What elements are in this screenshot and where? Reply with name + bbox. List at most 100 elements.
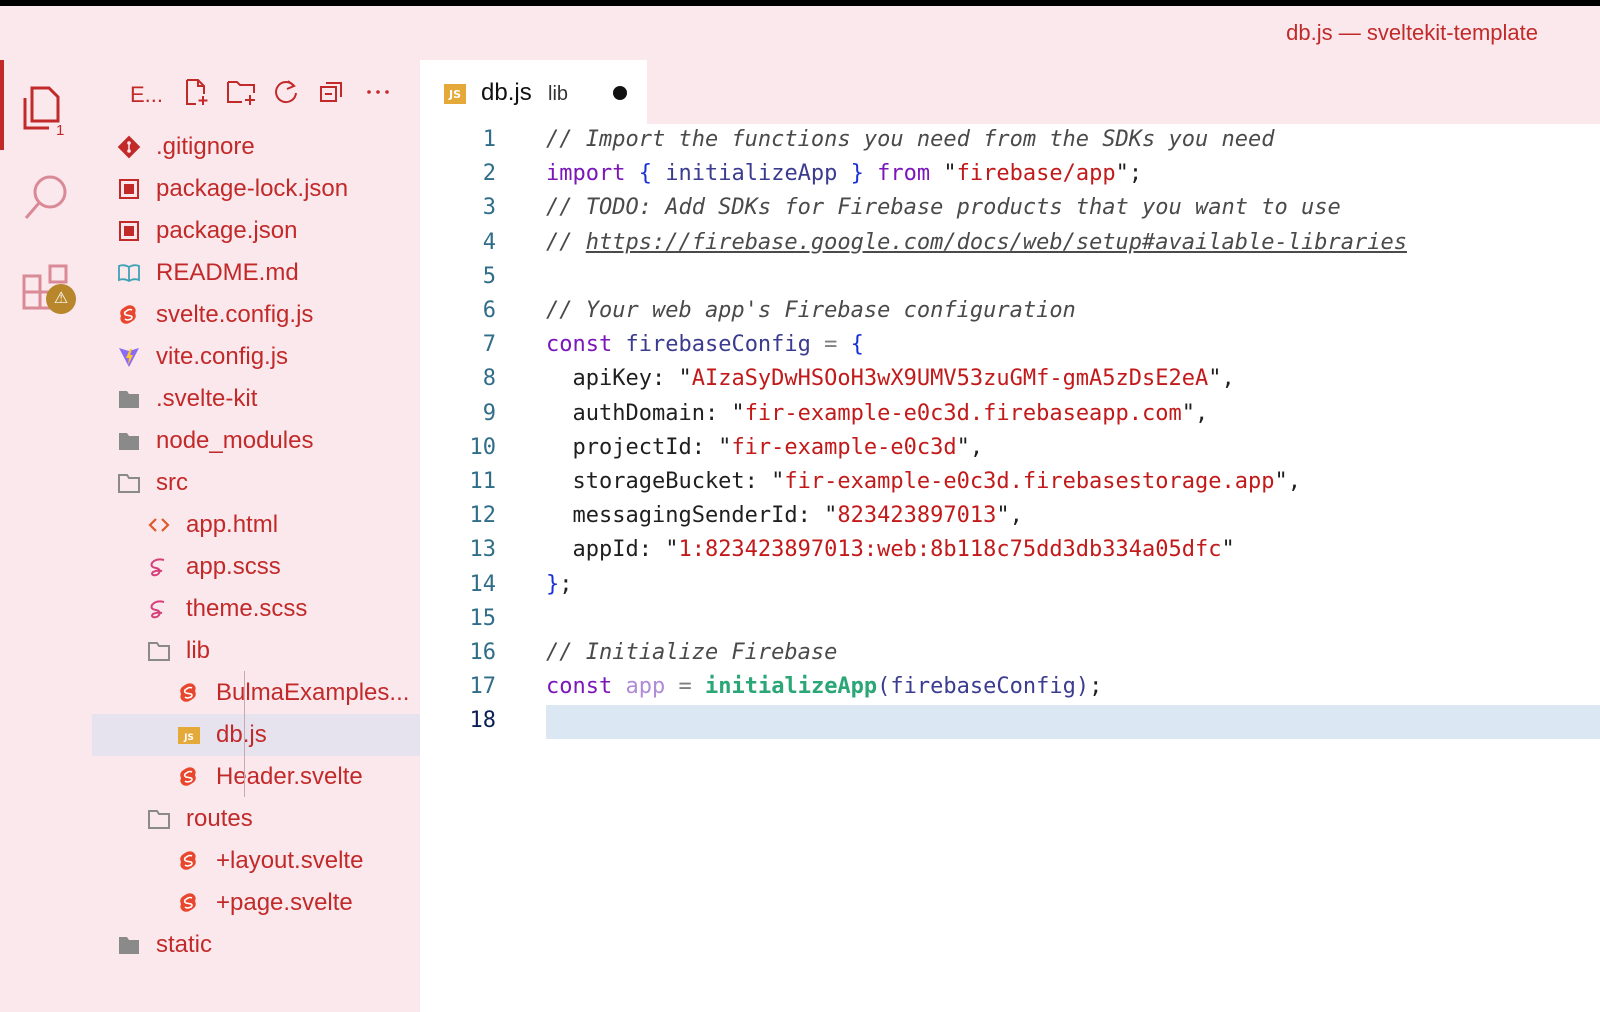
tree-item[interactable]: JS db.js	[92, 714, 420, 756]
code-token: // Import the functions you need from th…	[546, 127, 1275, 152]
code-token: 823423897013	[837, 503, 997, 529]
tree-item[interactable]: theme.scss	[92, 588, 420, 630]
code-line[interactable]: 14};	[420, 569, 1600, 603]
tree-item[interactable]: app.scss	[92, 546, 420, 588]
tree-item[interactable]: app.html	[92, 504, 420, 546]
code-token: projectId: "	[546, 434, 732, 460]
code-token: "	[1221, 537, 1235, 563]
code-line[interactable]: 13 appId: "1:823423897013:web:8b118c75dd…	[420, 534, 1600, 568]
line-source: const firebaseConfig = {	[546, 332, 864, 357]
svelte-icon	[177, 765, 201, 789]
code-line[interactable]: 12 messagingSenderId: "823423897013",	[420, 500, 1600, 534]
tree-item[interactable]: routes	[92, 798, 420, 840]
code-line[interactable]: 15	[420, 603, 1600, 637]
code-token: {	[638, 161, 652, 187]
code-token: firebaseConfig	[625, 332, 811, 358]
line-source: import { initializeApp } from "firebase/…	[546, 161, 1142, 186]
line-number: 2	[482, 161, 496, 187]
tree-item-label: app.scss	[186, 553, 281, 580]
code-line[interactable]: 10 projectId: "fir-example-e0c3d",	[420, 432, 1600, 466]
activity-extensions[interactable]	[0, 252, 92, 324]
tree-item[interactable]: src	[92, 462, 420, 504]
git-icon	[117, 135, 141, 159]
line-source: const app = initializeApp(firebaseConfig…	[546, 674, 1102, 699]
tree-item[interactable]: BulmaExamples...	[92, 672, 420, 714]
tree-item[interactable]: static	[92, 924, 420, 966]
code-token: // TODO: Add SDKs for Firebase products …	[546, 195, 1341, 221]
new-file-button[interactable]	[178, 74, 214, 110]
line-number: 7	[482, 332, 496, 358]
more-actions-button[interactable]	[360, 74, 396, 110]
line-source: // Initialize Firebase	[546, 640, 837, 665]
explorer-badge: 1	[56, 122, 65, 139]
tree-item[interactable]: package.json	[92, 210, 420, 252]
tree-item-label: theme.scss	[186, 595, 308, 622]
code-line[interactable]: 11 storageBucket: "fir-example-e0c3d.fir…	[420, 466, 1600, 500]
code-token: }	[546, 571, 560, 597]
title-bar: db.js — sveltekit-template	[0, 6, 1600, 60]
warning-icon: ⚠	[46, 284, 76, 314]
code-token: storageBucket: "	[546, 469, 785, 494]
html-icon	[147, 513, 171, 537]
code-line[interactable]: 17 const app = initializeApp(firebaseConf…	[420, 671, 1600, 705]
tree-item-label: package.json	[156, 217, 298, 244]
code-line[interactable]: 8 apiKey: "AIzaSyDwHSOoH3wX9UMV53zuGMf-g…	[420, 363, 1600, 397]
collapse-all-button[interactable]	[314, 74, 350, 110]
svelte-icon	[177, 891, 201, 915]
tree-item-label: +page.svelte	[216, 889, 353, 916]
code-token: appId: "	[546, 537, 679, 563]
code-token: AIzaSyDwHSOoH3wX9UMV53zuGMf-gmA5zDsE2eA	[691, 366, 1209, 392]
code-line[interactable]: 6 // Your web app's Firebase configuratio…	[420, 295, 1600, 329]
code-token: ;	[1089, 674, 1103, 700]
code-line[interactable]: 4 // https://firebase.google.com/docs/web…	[420, 227, 1600, 261]
code-editor[interactable]: 1 // Import the functions you need from t…	[420, 124, 1600, 1012]
explorer-header: E...	[92, 60, 420, 124]
code-line[interactable]: 5	[420, 261, 1600, 295]
tree-item[interactable]: node_modules	[92, 420, 420, 462]
code-token: ",	[996, 503, 1023, 529]
tree-item[interactable]: Header.svelte	[92, 756, 420, 798]
code-token: messagingSenderId: "	[546, 503, 838, 529]
code-line[interactable]: 9 authDomain: "fir-example-e0c3d.firebas…	[420, 398, 1600, 432]
activity-search[interactable]	[0, 160, 92, 232]
tree-item-label: Header.svelte	[216, 763, 363, 790]
new-folder-button[interactable]	[222, 74, 258, 110]
tab-db-js[interactable]: JS db.js lib	[420, 60, 647, 124]
tree-item[interactable]: vite.config.js	[92, 336, 420, 378]
tree-item-label: vite.config.js	[156, 343, 289, 370]
new-folder-icon	[227, 81, 255, 105]
code-token: authDomain: "	[546, 400, 745, 426]
line-number: 10	[469, 434, 497, 460]
tree-item[interactable]: package-lock.json	[92, 168, 420, 210]
activity-explorer[interactable]: 1	[0, 72, 92, 144]
tree-item-label: svelte.config.js	[156, 301, 314, 328]
code-line[interactable]: 2 import { initializeApp } from "firebase…	[420, 158, 1600, 192]
tree-item[interactable]: .svelte-kit	[92, 378, 420, 420]
code-line[interactable]: 16 // Initialize Firebase	[420, 637, 1600, 671]
refresh-button[interactable]	[268, 74, 304, 110]
unsaved-dot-icon[interactable]	[613, 86, 627, 100]
explorer-title: E...	[130, 82, 164, 107]
folder-open-icon	[147, 807, 171, 831]
svelte-icon	[117, 303, 141, 327]
line-source: };	[546, 572, 573, 597]
line-number: 8	[482, 366, 496, 392]
tree-item[interactable]: +layout.svelte	[92, 840, 420, 882]
tree-item-label: +layout.svelte	[216, 847, 364, 874]
line-source: projectId: "fir-example-e0c3d",	[546, 435, 983, 460]
tree-item[interactable]: lib	[92, 630, 420, 672]
folder-open-icon	[117, 471, 141, 495]
code-line[interactable]: 1 // Import the functions you need from t…	[420, 124, 1600, 158]
code-line[interactable]: 18	[420, 705, 1600, 740]
tree-item[interactable]: svelte.config.js	[92, 294, 420, 336]
code-line[interactable]: 3 // TODO: Add SDKs for Firebase products…	[420, 192, 1600, 226]
line-source: // TODO: Add SDKs for Firebase products …	[546, 195, 1341, 220]
code-token: initializeApp	[704, 674, 878, 700]
code-line[interactable]: 7 const firebaseConfig = {	[420, 329, 1600, 363]
tree-item[interactable]: .gitignore	[92, 126, 420, 168]
tree-item-label: db.js	[216, 721, 267, 748]
tree-item[interactable]: README.md	[92, 252, 420, 294]
tree-item-label: BulmaExamples...	[216, 679, 410, 706]
tree-item[interactable]: +page.svelte	[92, 882, 420, 924]
